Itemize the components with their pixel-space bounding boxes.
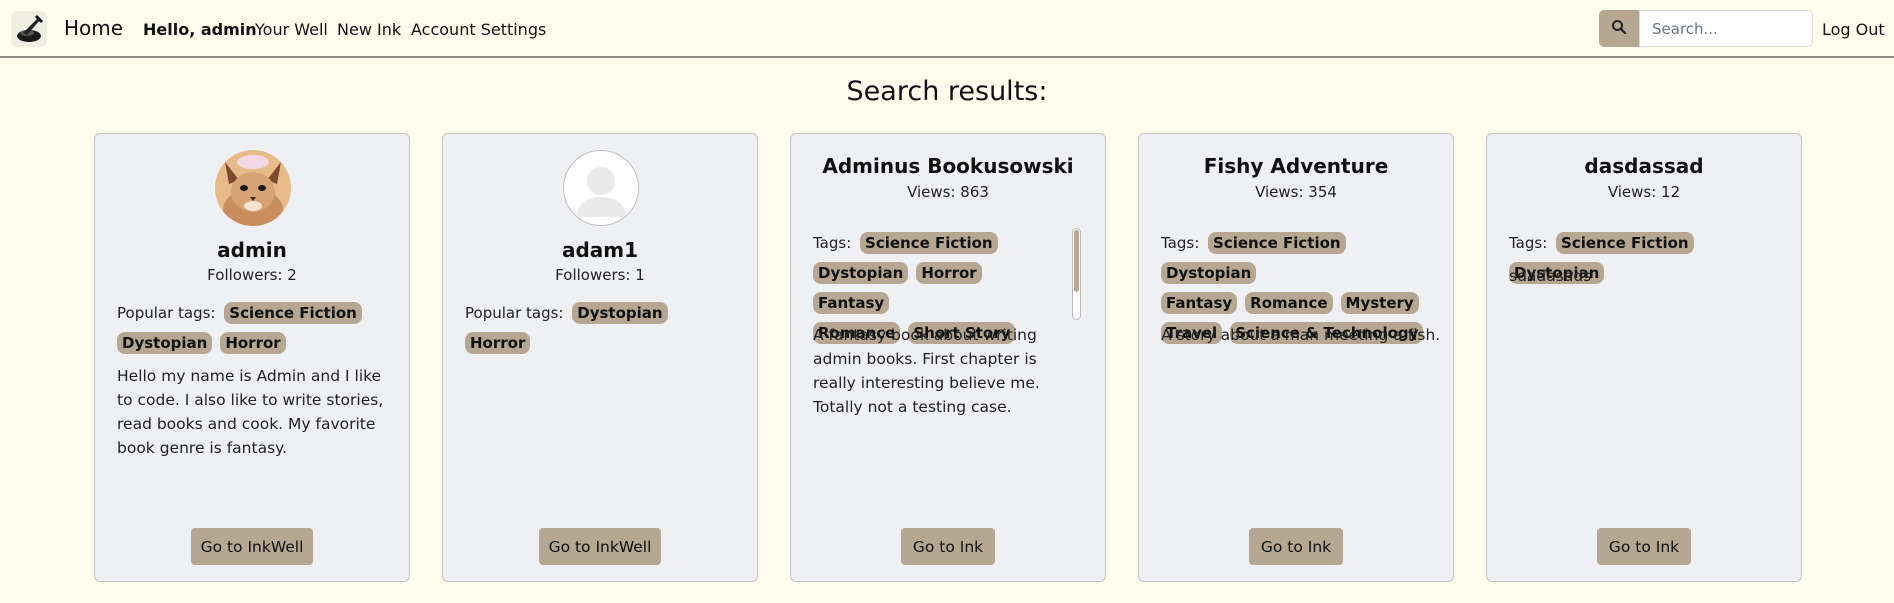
default-user-icon [564,151,638,225]
logout-link[interactable]: Log Out [1822,20,1885,39]
search-icon [1611,19,1627,39]
hello-user-link[interactable]: Hello, admin [143,20,257,39]
ink-card: Fishy Adventure Views: 354 Tags: Science… [1138,133,1454,582]
tag[interactable]: Science Fiction [860,232,998,254]
go-to-ink-button[interactable]: Go to Ink [901,528,995,565]
scroll-thumb[interactable] [1074,230,1079,292]
ink-title: Fishy Adventure [1203,154,1389,178]
new-ink-link[interactable]: New Ink [337,20,401,39]
search-button[interactable] [1599,10,1639,47]
tags-label: Tags: [1161,234,1200,252]
tag[interactable]: Dystopian [1161,262,1257,284]
follower-count: Followers: 2 [207,266,297,284]
tag[interactable]: Dystopian [813,262,909,284]
tags-scrollbar[interactable] [1072,228,1081,320]
ink-title: Adminus Bookusowski [822,154,1074,178]
go-to-inkwell-button[interactable]: Go to InkWell [539,528,661,565]
tag[interactable]: Horror [916,262,982,284]
home-link[interactable]: Home [64,16,123,40]
user-card: adam1 Followers: 1 Popular tags: Dystopi… [442,133,758,582]
account-settings-link[interactable]: Account Settings [411,20,546,39]
tag[interactable]: Dystopian [572,302,668,324]
popular-tags: Popular tags: Dystopian Horror [465,298,735,358]
page-title: Search results: [846,76,1048,107]
ink-description: sdadasads [1509,267,1592,285]
ink-description: A story about a man meeting a fish. [1161,326,1441,344]
follower-count: Followers: 1 [555,266,645,284]
tag[interactable]: Fantasy [813,292,890,314]
tag[interactable]: Horror [220,332,286,354]
view-count: Views: 354 [1255,183,1337,201]
go-to-ink-button[interactable]: Go to Ink [1597,528,1691,565]
ink-title: dasdassad [1584,154,1704,178]
tags-label: Tags: [813,234,852,252]
tag[interactable]: Romance [1245,292,1333,314]
tag[interactable]: Science Fiction [1556,232,1694,254]
tags-label: Popular tags: [465,304,564,322]
ink-card: Adminus Bookusowski Views: 863 Tags: Sci… [790,133,1106,582]
navbar: Home Hello, admin Your Well New Ink Acco… [0,0,1894,58]
your-well-link[interactable]: Your Well [255,20,328,39]
go-to-ink-button[interactable]: Go to Ink [1249,528,1343,565]
user-card: admin Followers: 2 Popular tags: Science… [94,133,410,582]
tag[interactable]: Mystery [1340,292,1419,314]
ink-card: dasdassad Views: 12 Tags: Science Fictio… [1486,133,1802,582]
user-avatar [215,150,291,226]
search-input[interactable] [1639,10,1813,47]
tag[interactable]: Science Fiction [1208,232,1346,254]
view-count: Views: 12 [1607,183,1681,201]
tags-label: Popular tags: [117,304,216,322]
tag[interactable]: Science Fiction [224,302,362,324]
popular-tags: Popular tags: Science Fiction Dystopian H… [117,298,387,358]
user-name: admin [217,238,287,262]
view-count: Views: 863 [907,183,989,201]
tag[interactable]: Fantasy [1161,292,1238,314]
user-avatar [563,150,639,226]
tags-label: Tags: [1509,234,1548,252]
tag[interactable]: Horror [465,332,531,354]
user-name: adam1 [561,238,639,262]
ink-description: A fantasy book about writing admin books… [813,326,1040,416]
go-to-inkwell-button[interactable]: Go to InkWell [191,528,313,565]
user-bio: Hello my name is Admin and I like to cod… [117,367,384,457]
cat-avatar-icon [215,150,291,226]
tag[interactable]: Dystopian [117,332,213,354]
inkwell-logo-icon[interactable] [11,11,47,47]
